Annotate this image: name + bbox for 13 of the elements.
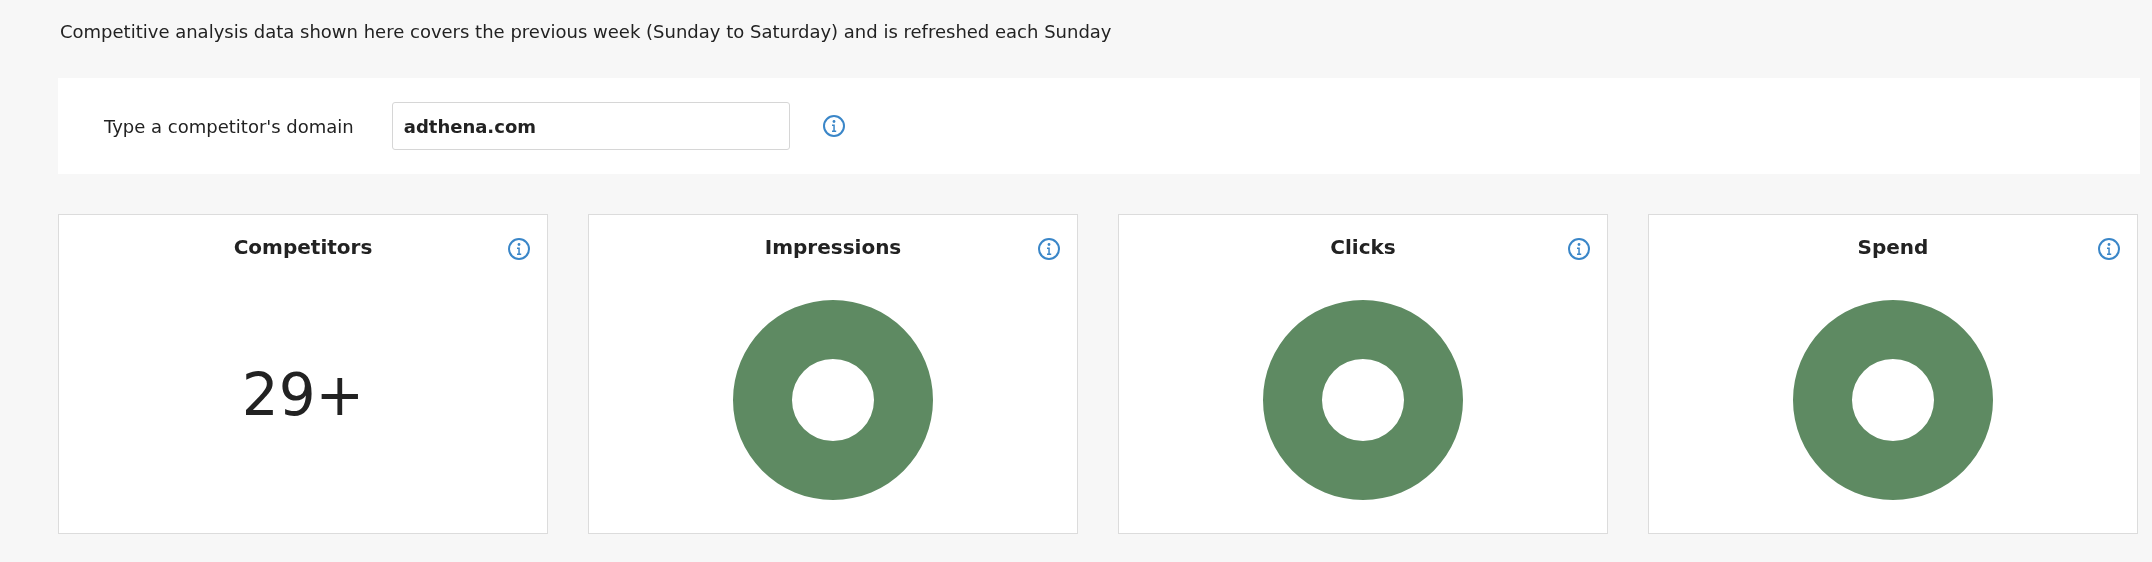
- card-title: Spend: [1857, 235, 1929, 259]
- card-title: Impressions: [764, 235, 902, 259]
- competitor-count: 29+: [241, 361, 365, 429]
- info-icon[interactable]: [821, 114, 846, 138]
- card-title: Competitors: [233, 235, 373, 259]
- info-icon[interactable]: [1037, 237, 1061, 261]
- info-icon[interactable]: [2097, 237, 2121, 261]
- domain-field[interactable]: adthena.com: [391, 102, 790, 150]
- info-icon[interactable]: [1567, 237, 1591, 261]
- notice-text: Competitive analysis data shown here covers the previous week (Sunday to Saturday) and is refreshed each Sunday: [60, 20, 1113, 44]
- field-label: Type a competitor's domain: [104, 115, 354, 137]
- card-title: Clicks: [1330, 235, 1396, 259]
- info-icon[interactable]: [507, 237, 531, 261]
